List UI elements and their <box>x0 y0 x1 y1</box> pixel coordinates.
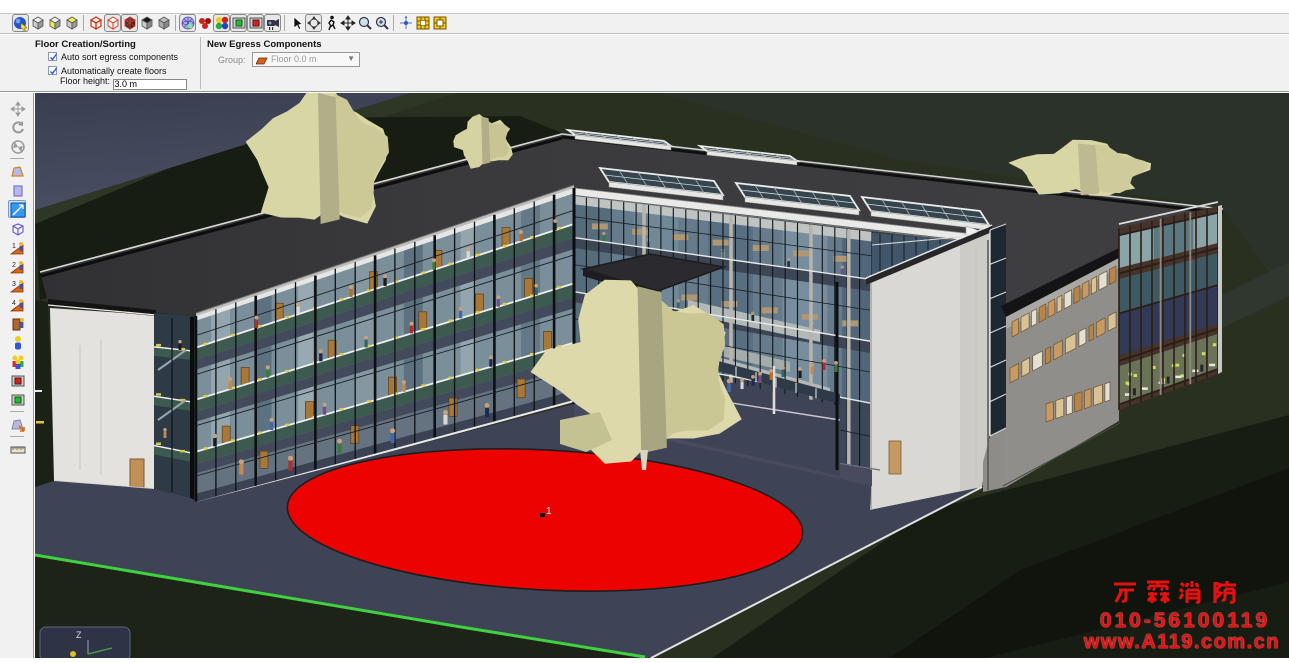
svg-text:1: 1 <box>546 506 552 517</box>
svg-text:1: 1 <box>12 243 16 250</box>
svg-text:Z: Z <box>76 630 82 640</box>
svg-text:3: 3 <box>12 281 16 288</box>
svg-text:2: 2 <box>12 262 16 269</box>
svg-text:4: 4 <box>12 300 16 307</box>
